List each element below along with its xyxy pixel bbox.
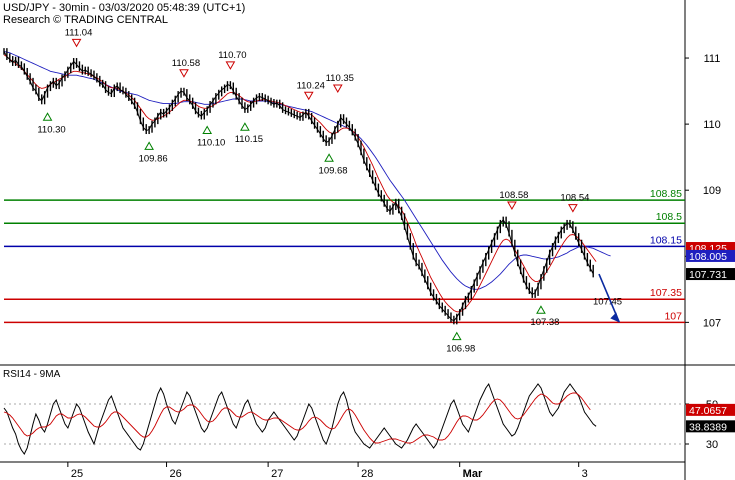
swing-high-marker: [332, 84, 343, 93]
y-tick-label: 109: [703, 185, 721, 197]
x-tick-label: 3: [582, 468, 588, 480]
swing-high-label: 108.54: [560, 193, 589, 204]
rsi-value-box-label: 38.8389: [689, 421, 727, 433]
level-label-resistance-1: 108.5: [656, 211, 682, 223]
swing-low-label: 110.10: [197, 138, 225, 149]
swing-high-label: 108.58: [499, 190, 528, 201]
rsi-tick-label: 30: [706, 439, 718, 451]
swing-low-marker: [42, 112, 53, 121]
level-label-support-1: 107.35: [650, 287, 682, 299]
y-tick-label: 110: [703, 119, 721, 131]
swing-low-label: 109.68: [319, 165, 348, 176]
price-line: [3, 51, 594, 322]
x-tick-label: 25: [71, 468, 83, 480]
level-label-resistance-2: 108.85: [650, 188, 682, 200]
swing-low-label: 106.98: [446, 344, 475, 355]
swing-high-label: 110.58: [172, 58, 200, 69]
x-tick-label: 27: [271, 468, 283, 480]
swing-high-label: 111.04: [65, 27, 93, 38]
swing-high-label: 110.24: [297, 80, 325, 91]
y-tick-label: 111: [704, 53, 721, 65]
swing-high-marker: [179, 69, 189, 78]
swing-high-marker: [225, 61, 236, 70]
price-chart-svg: 11111010910810725262728Mar3108.85108.510…: [0, 0, 735, 480]
level-label-pivot: 108.15: [650, 234, 682, 246]
swing-low-label: 107.38: [530, 317, 559, 328]
x-tick-label: 26: [170, 468, 182, 480]
swing-high-label: 110.70: [218, 50, 246, 61]
rsi-ma-box-label: 47.0657: [689, 405, 727, 417]
swing-low-label: 110.15: [235, 134, 263, 145]
chart-stage: USD/JPY - 30min - 03/03/2020 05:48:39 (U…: [0, 0, 735, 480]
price-box-label: 108.005: [689, 251, 727, 263]
swing-low-marker: [240, 122, 250, 131]
x-tick-label: 28: [361, 468, 373, 480]
swing-low-marker: [324, 153, 334, 162]
swing-low-label: 110.30: [37, 124, 65, 135]
swing-low-marker: [144, 141, 154, 150]
ma-fast-line: [3, 54, 597, 313]
y-tick-label: 107: [703, 317, 721, 329]
x-tick-label: Mar: [463, 468, 483, 480]
swing-high-marker: [303, 91, 314, 101]
swing-high-marker: [71, 38, 82, 48]
level-label-support-2: 107: [664, 310, 682, 322]
swing-high-label: 110.35: [326, 73, 354, 84]
price-box-label: 107.731: [689, 269, 727, 281]
swing-low-marker: [451, 331, 462, 341]
swing-low-label: 109.86: [139, 153, 168, 164]
swing-low-marker: [202, 125, 213, 135]
swing-high-marker: [507, 201, 517, 210]
projection-label: 107.45: [593, 296, 622, 307]
swing-high-marker: [568, 204, 578, 213]
swing-low-marker: [536, 305, 546, 314]
